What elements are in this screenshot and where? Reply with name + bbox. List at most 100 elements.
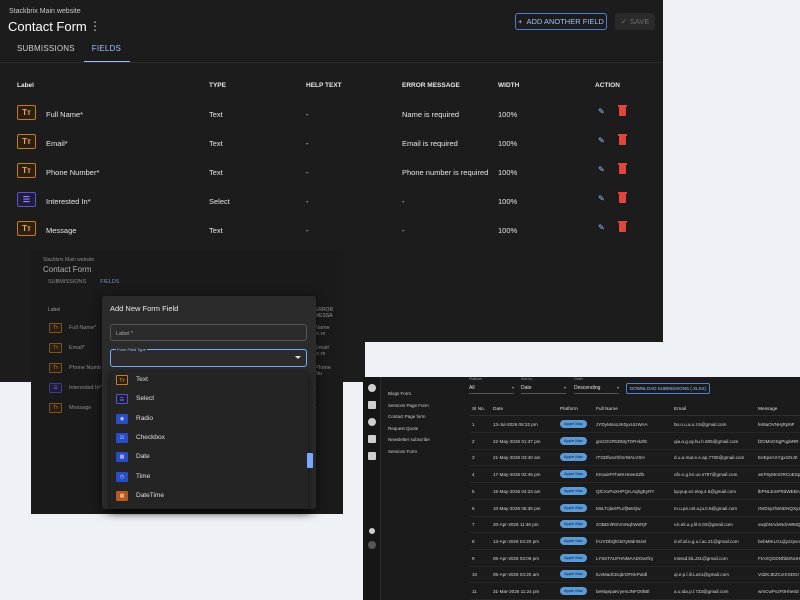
dropdown-option-text[interactable]: Tт Text bbox=[116, 374, 306, 388]
platform-badge: Apple Mac bbox=[560, 470, 587, 479]
dropdown-option-datetime[interactable]: ▦ DateTime bbox=[116, 490, 306, 504]
text-field-icon: Tт bbox=[17, 134, 36, 149]
row-full-name: rTGDfwozhfmrWALVSH bbox=[596, 455, 645, 461]
row-full-name: gnGOGR5DMyT0FHkzlE bbox=[596, 438, 648, 444]
platform-badge: Apple Mac bbox=[560, 503, 587, 512]
logout-icon[interactable] bbox=[368, 452, 376, 460]
option-label: Checkbox bbox=[136, 433, 165, 441]
field-type-dropdown: Tт Text ☰ Select ◉ Radio ☑ Checkbox ▦ Date ◷ Time ▦ D… bbox=[111, 371, 308, 509]
field-type: Text bbox=[209, 139, 223, 148]
order-filter[interactable]: Order Descending ▾ bbox=[574, 377, 619, 394]
label-input[interactable]: Label * bbox=[110, 324, 307, 341]
list-field-icon: ☰ bbox=[17, 192, 36, 207]
sun-icon[interactable] bbox=[369, 528, 375, 534]
row-full-name: fAzVDbQlGkOyMdrWJel bbox=[596, 538, 647, 544]
nav-item[interactable]: Contact Page form bbox=[388, 414, 426, 419]
table-row[interactable]: 7 20-Apr-2026 11:46 pm Apple Mac zOBDnlRSVm… bbox=[469, 517, 800, 534]
more-options-icon[interactable]: ⋮ bbox=[89, 20, 101, 32]
table-row[interactable]: 6 10-May-2026 05:36 pm Apple Mac MsLTqlaXPL… bbox=[469, 501, 800, 517]
grid-icon[interactable] bbox=[368, 401, 376, 409]
table-row[interactable]: 1 13-Jul-2026 08:32 pm Apple Mac JYDyMosoJK… bbox=[469, 417, 800, 433]
sort-filter[interactable]: Sort by Date ▾ bbox=[521, 377, 566, 394]
delete-icon[interactable] bbox=[618, 163, 627, 174]
dialog-title: Add New Form Field bbox=[110, 304, 179, 313]
bg-site-subtitle: Stackbrix Main website bbox=[43, 257, 95, 263]
platform-filter-value: All bbox=[469, 385, 475, 391]
dropdown-option-radio[interactable]: ◉ Radio bbox=[116, 413, 306, 427]
sort-filter-caption: Sort by bbox=[521, 377, 533, 381]
user-group-icon[interactable] bbox=[368, 435, 376, 443]
field-type: Text bbox=[209, 110, 223, 119]
platform-badge: Apple Mac bbox=[560, 486, 587, 495]
field-error-message: - bbox=[402, 226, 405, 235]
platform-badge: Apple Mac bbox=[560, 520, 587, 529]
row-date: 10-May-2026 05:36 pm bbox=[493, 505, 541, 511]
table-row[interactable]: 8 13-Apr-2026 04:20 pm Apple Mac fAzVDbQlGk… bbox=[469, 534, 800, 550]
bg-tab-submissions: SUBMISSIONS bbox=[48, 279, 87, 285]
bg-col-error: ERROR MESSA bbox=[315, 307, 334, 319]
row-email: msssd.ktLJ31@gmail.com bbox=[674, 555, 728, 561]
globe-icon[interactable] bbox=[368, 418, 376, 426]
dropdown-option-checkbox[interactable]: ☑ Checkbox bbox=[116, 432, 306, 446]
delete-icon[interactable] bbox=[618, 134, 627, 145]
tab-submissions[interactable]: SUBMISSIONS bbox=[9, 40, 84, 63]
nav-item[interactable]: Request Quote bbox=[388, 426, 418, 431]
row-message: VdZKJEZCvIXSDGr bbox=[758, 572, 800, 578]
field-help-text: - bbox=[306, 139, 309, 148]
moon-icon[interactable] bbox=[368, 541, 376, 549]
order-filter-value: Descending bbox=[574, 385, 601, 391]
table-row[interactable]: 11 31-Mar-2026 11:24 pm Apple Mac beMqepaKr… bbox=[469, 584, 800, 600]
table-row[interactable]: 2 22-May-2026 01:37 pm Apple Mac gnGOGR5DMy… bbox=[469, 434, 800, 450]
row-full-name: KKaoiIFFhetKHneeZZlk bbox=[596, 472, 645, 478]
tab-fields[interactable]: FIELDS bbox=[83, 40, 130, 63]
field-label: Phone Number* bbox=[46, 168, 100, 177]
nav-item[interactable]: Newsletter subscribe bbox=[388, 437, 430, 442]
dropdown-scrollbar[interactable] bbox=[307, 453, 313, 468]
nav-item[interactable]: Services Form bbox=[388, 449, 417, 454]
add-field-button[interactable]: + ADD ANOTHER FIELD bbox=[515, 13, 607, 30]
bg-field-error: Email is re bbox=[315, 345, 329, 357]
delete-icon[interactable] bbox=[618, 192, 627, 203]
col-message: Message bbox=[758, 407, 778, 412]
platform-badge: Apple Mac bbox=[560, 553, 587, 562]
save-button[interactable]: ✓ SAVE bbox=[615, 13, 655, 30]
edit-icon[interactable]: ✎ bbox=[598, 224, 606, 232]
dropdown-option-date[interactable]: ▦ Date bbox=[116, 451, 306, 465]
table-row[interactable]: 3 21-May-2026 03:40 am Apple Mac rTGDfwozhf… bbox=[469, 450, 800, 467]
table-row[interactable]: 5 15-May-2026 04:23 am Apple Mac QlCXxPaXHP… bbox=[469, 484, 800, 500]
list-field-icon: ☰ bbox=[49, 383, 62, 393]
field-label: Message bbox=[46, 226, 77, 235]
dropdown-option-select[interactable]: ☰ Select bbox=[116, 393, 306, 407]
bg-field-label: Interested In* bbox=[69, 385, 102, 391]
field-row: Tт Email* Text - Email is required 100% ✎ bbox=[0, 134, 663, 154]
download-submissions-button[interactable]: DOWNLOAD SUBMISSIONS (.XLSX) bbox=[626, 383, 710, 394]
table-row[interactable]: 4 17-May-2026 02:46 pm Apple Mac KKaoiIFFhe… bbox=[469, 467, 800, 484]
table-row[interactable]: 10 05-Apr-2026 04:20 am Apple Mac tUvMadCEq… bbox=[469, 567, 800, 584]
row-message: xwpbNAdvNdAWMQ bbox=[758, 522, 800, 528]
palette-icon[interactable] bbox=[368, 384, 376, 392]
col-error-message: ERROR MESSAGE bbox=[402, 82, 460, 89]
delete-icon[interactable] bbox=[618, 105, 627, 116]
field-type: Select bbox=[209, 197, 230, 206]
row-message: EeEpsAXYgxGNJK bbox=[758, 455, 798, 461]
dropdown-option-time[interactable]: ◷ Time bbox=[116, 471, 306, 485]
edit-icon[interactable]: ✎ bbox=[598, 108, 606, 116]
edit-icon[interactable]: ✎ bbox=[598, 166, 606, 174]
row-email: a.u.ida.p.l.733@gmail.com bbox=[674, 589, 729, 594]
delete-icon[interactable] bbox=[618, 221, 627, 232]
radio-icon: ◉ bbox=[116, 413, 128, 424]
field-type-select[interactable]: Form Field Type bbox=[110, 347, 307, 367]
platform-filter[interactable]: Platform All ▾ bbox=[469, 377, 514, 394]
field-help-text: - bbox=[306, 168, 309, 177]
nav-item[interactable]: Blogs Form bbox=[388, 391, 411, 396]
row-message: fe/8aOVNHjRpNF bbox=[758, 422, 795, 427]
nav-item[interactable]: Services Page Form bbox=[388, 403, 429, 408]
table-row[interactable]: 9 06-Apr-2026 03:06 pm Apple Mac LYSKTAUFHN… bbox=[469, 551, 800, 567]
field-row: ☰ Interested In* Select - - 100% ✎ bbox=[0, 192, 663, 212]
platform-badge: Apple Mac bbox=[560, 570, 587, 579]
field-error-message: - bbox=[402, 197, 405, 206]
text-field-icon: Tт bbox=[17, 221, 36, 236]
field-type-label: Form Field Type bbox=[116, 347, 147, 352]
edit-icon[interactable]: ✎ bbox=[598, 137, 606, 145]
edit-icon[interactable]: ✎ bbox=[598, 195, 606, 203]
